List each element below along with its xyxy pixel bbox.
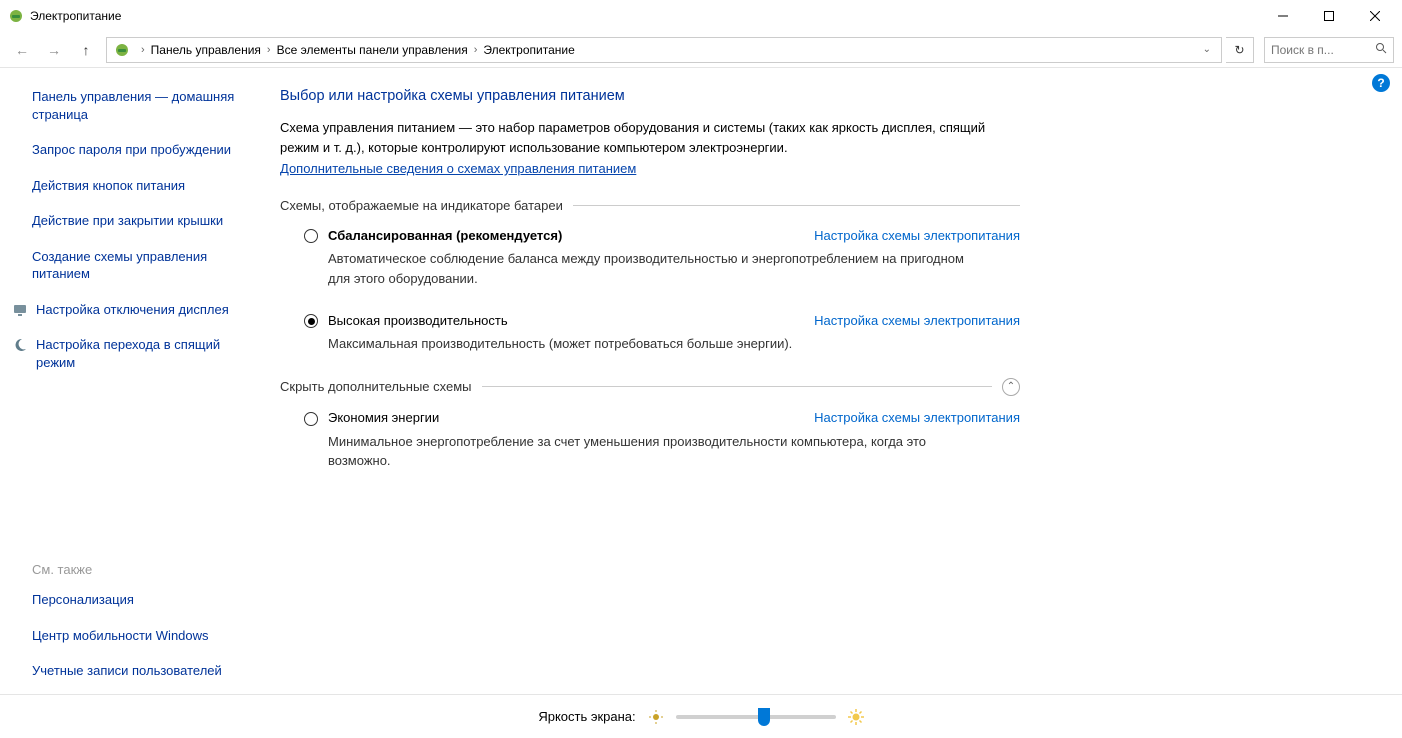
plan-desc-saver: Минимальное энергопотребление за счет ум… [280,432,980,471]
brightness-label: Яркость экрана: [538,709,635,724]
see-also-link-1[interactable]: Центр мобильности Windows [32,627,246,645]
page-description: Схема управления питанием — это набор па… [280,118,1020,157]
see-also-link-0[interactable]: Персонализация [32,591,246,609]
search-box[interactable] [1264,37,1394,63]
plan-desc-balanced: Автоматическое соблюдение баланса между … [280,249,980,288]
window-title: Электропитание [30,9,121,23]
group1-title: Схемы, отображаемые на индикаторе батаре… [280,198,563,213]
plan-radio-balanced[interactable] [304,229,318,243]
search-icon [1375,42,1387,57]
sidebar-link-2[interactable]: Действие при закрытии крышки [32,212,246,230]
moon-icon [12,337,28,353]
breadcrumb-item-0[interactable]: Панель управления [151,43,261,57]
sidebar-home-link[interactable]: Панель управления — домашняя страница [32,88,246,123]
plan-settings-link-saver[interactable]: Настройка схемы электропитания [814,410,1020,425]
breadcrumb-dropdown[interactable]: ⌄ [1199,44,1215,55]
group2-header: Скрыть дополнительные схемы ⌃ [280,378,1020,396]
sidebar-link-3[interactable]: Создание схемы управления питанием [32,248,246,283]
see-also-label: См. также [32,562,246,577]
chevron-right-icon: › [261,44,277,56]
navbar: ← → ↑ › Панель управления › Все элементы… [0,32,1402,68]
page-heading: Выбор или настройка схемы управления пит… [280,88,1362,104]
sidebar: Панель управления — домашняя страница За… [0,68,260,694]
brightness-thumb[interactable] [758,708,770,726]
see-also-link-2[interactable]: Учетные записи пользователей [32,662,246,680]
refresh-button[interactable]: ↻ [1226,37,1254,63]
maximize-button[interactable] [1306,1,1352,31]
sidebar-iconlink-1[interactable]: Настройка перехода в спящий режим [36,336,246,371]
breadcrumb-item-1[interactable]: Все элементы панели управления [277,43,468,57]
plan-radio-highperf[interactable] [304,314,318,328]
help-button[interactable]: ? [1372,74,1390,92]
footer: Яркость экрана: [0,694,1402,738]
collapse-button[interactable]: ⌃ [1002,378,1020,396]
brightness-low-icon [648,709,664,725]
plan-settings-link-highperf[interactable]: Настройка схемы электропитания [814,313,1020,328]
search-input[interactable] [1271,43,1371,57]
group1-header: Схемы, отображаемые на индикаторе батаре… [280,198,1020,213]
plan-name-saver[interactable]: Экономия энергии [328,410,439,425]
plan-settings-link-balanced[interactable]: Настройка схемы электропитания [814,228,1020,243]
group2-title: Скрыть дополнительные схемы [280,379,472,394]
breadcrumb-item-2[interactable]: Электропитание [483,43,574,57]
sidebar-link-1[interactable]: Действия кнопок питания [32,177,246,195]
plan-name-highperf[interactable]: Высокая производительность [328,313,508,328]
up-button[interactable]: ↑ [72,36,100,64]
sidebar-iconlink-0[interactable]: Настройка отключения дисплея [36,301,229,319]
back-button[interactable]: ← [8,36,36,64]
plan-desc-highperf: Максимальная производительность (может п… [280,334,980,354]
breadcrumb[interactable]: › Панель управления › Все элементы панел… [106,37,1222,63]
forward-button[interactable]: → [40,36,68,64]
brightness-high-icon [848,709,864,725]
main-panel: ? Выбор или настройка схемы управления п… [260,68,1402,694]
power-icon [113,41,131,59]
monitor-icon [12,302,28,318]
minimize-button[interactable] [1260,1,1306,31]
titlebar: Электропитание [0,0,1402,32]
chevron-right-icon: › [468,44,484,56]
plan-radio-saver[interactable] [304,412,318,426]
power-app-icon [8,8,24,24]
sidebar-link-0[interactable]: Запрос пароля при пробуждении [32,141,246,159]
close-button[interactable] [1352,1,1398,31]
brightness-slider[interactable] [676,715,836,719]
plan-name-balanced[interactable]: Сбалансированная (рекомендуется) [328,228,562,243]
chevron-right-icon: › [135,44,151,56]
more-info-link[interactable]: Дополнительные сведения о схемах управле… [280,161,636,176]
